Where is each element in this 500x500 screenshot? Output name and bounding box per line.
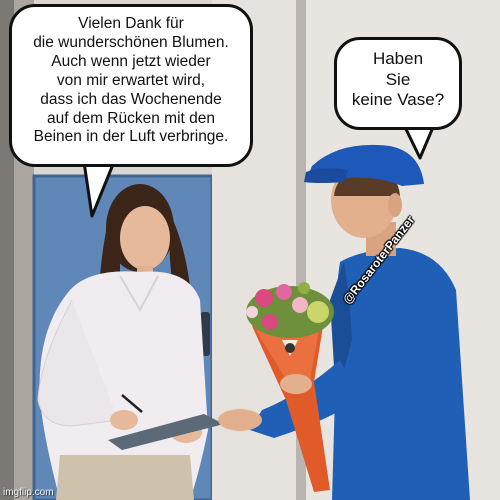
woman-line-1: Vielen Dank für [78,15,184,32]
delivery-man-speech-bubble: Haben Sie keine Vase? [334,37,462,130]
man-line-1: Haben [372,49,424,68]
woman-bubble-tail [82,160,116,218]
man-line-2: Sie [385,69,411,89]
man-line-3: keine Vase? [351,90,445,110]
woman-line-3: Auch wenn jetzt wieder [51,52,211,70]
woman-line-4: von mir erwartet wird, [56,71,206,89]
site-watermark: imgflip.com [3,487,54,498]
woman-line-2: die wunderschönen Blumen. [33,33,229,51]
woman-speech-bubble: Vielen Dank für die wunderschönen Blumen… [9,4,253,167]
woman-line-7: Beinen in der Luft verbringe. [33,128,229,146]
woman-line-5: dass ich das Wochenende [40,90,222,108]
meme-scene: Vielen Dank für die wunderschönen Blumen… [0,0,500,500]
woman-line-6: auf dem Rücken mit den [46,109,215,127]
